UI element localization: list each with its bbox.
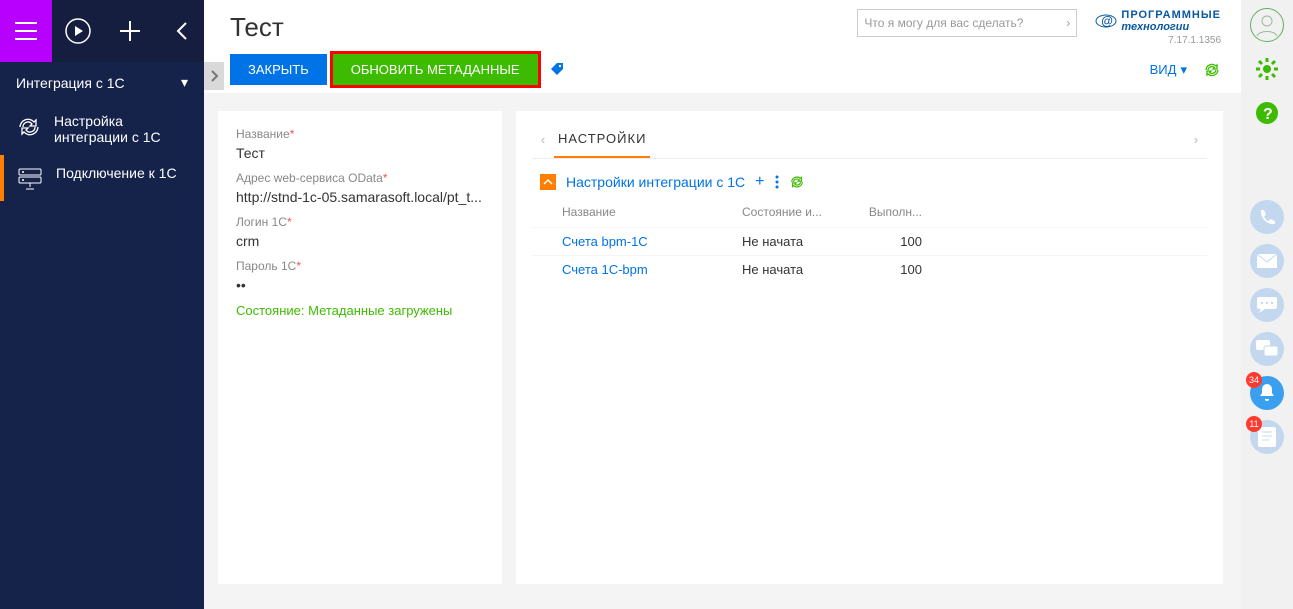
table-row[interactable]: Счета 1C-bpm Не начата 100 (532, 255, 1207, 283)
page-title: Тест (230, 12, 284, 43)
server-icon (16, 165, 44, 191)
profile-button[interactable] (1250, 8, 1284, 42)
row-exec: 100 (842, 262, 922, 277)
bell-icon (1258, 383, 1276, 403)
search-input[interactable]: Что я могу для вас сделать? › (857, 9, 1077, 37)
col-header-exec[interactable]: Выполн... (842, 205, 922, 219)
messages-icon (1256, 340, 1278, 358)
main-area: Тест Что я могу для вас сделать? › @ ПРО… (204, 0, 1241, 609)
help-button[interactable]: ? (1250, 96, 1284, 130)
logo-text-top: ПРОГРАММНЫЕ (1121, 9, 1221, 21)
detail-menu-button[interactable] (775, 175, 779, 189)
sidebar: Интеграция с 1С ▾ Настройка интеграции с… (0, 62, 204, 609)
sidebar-item-label: Подключение к 1С (56, 165, 177, 181)
menu-button[interactable] (0, 0, 52, 62)
status-text: Состояние: Метаданные загружены (236, 303, 484, 318)
phone-icon (1258, 208, 1276, 226)
tag-icon[interactable] (550, 62, 566, 78)
detail-title[interactable]: Настройки интеграции с 1С (566, 174, 745, 190)
collapse-toggle[interactable] (540, 174, 556, 190)
row-state: Не начата (742, 234, 842, 249)
field-label-login: Логин 1C* (236, 215, 484, 229)
play-circle-icon (64, 17, 92, 45)
settings-button[interactable] (1250, 52, 1284, 86)
feed-badge: 11 (1246, 416, 1262, 432)
close-button[interactable]: ЗАКРЫТЬ (230, 54, 327, 85)
detail-card: ‹ НАСТРОЙКИ › Настройки интеграции с 1С … (516, 111, 1223, 584)
help-icon: ? (1255, 101, 1279, 125)
notification-badge: 34 (1246, 372, 1262, 388)
chevron-down-icon: ▾ (1180, 62, 1187, 78)
sidebar-item-label: Настройка интеграции с 1С (54, 113, 192, 145)
detail-grid: Название Состояние и... Выполн... Счета … (532, 201, 1207, 283)
notifications-button[interactable]: 34 (1250, 376, 1284, 410)
sidebar-section-header[interactable]: Интеграция с 1С ▾ (0, 62, 204, 103)
field-value-name[interactable]: Тест (236, 145, 484, 161)
run-button[interactable] (52, 0, 104, 62)
field-label-odata: Адрес web-сервиса OData* (236, 171, 484, 185)
avatar-icon (1254, 12, 1280, 38)
search-placeholder: Что я могу для вас сделать? (864, 16, 1023, 30)
logo-text-bottom: технологии (1121, 21, 1221, 33)
sidebar-item-connection[interactable]: Подключение к 1С (0, 155, 204, 201)
table-row[interactable]: Счета bpm-1C Не начата 100 (532, 227, 1207, 255)
chevron-up-icon (543, 178, 553, 186)
field-label-name: Название* (236, 127, 484, 141)
back-button[interactable] (156, 0, 208, 62)
feed-button[interactable]: 11 (1250, 420, 1284, 454)
plus-icon (120, 21, 140, 41)
logo-icon: @ (1095, 12, 1117, 30)
gear-icon (1254, 56, 1280, 82)
tab-prev-button[interactable]: ‹ (532, 132, 554, 147)
field-value-odata[interactable]: http://stnd-1c-05.samarasoft.local/pt_t.… (236, 189, 484, 205)
sidebar-section-label: Интеграция с 1С (16, 75, 125, 91)
refresh-icon[interactable] (1203, 61, 1221, 79)
messages-button[interactable] (1250, 332, 1284, 366)
sidebar-collapse-button[interactable] (204, 62, 224, 90)
detail-add-button[interactable]: + (755, 173, 764, 191)
field-value-login[interactable]: crm (236, 233, 484, 249)
brand-logo: @ ПРОГРАММНЫЕ технологии 7.17.1.1356 (1095, 9, 1221, 46)
svg-text:@: @ (1101, 14, 1113, 28)
field-label-password: Пароль 1C* (236, 259, 484, 273)
chevron-right-icon (209, 69, 219, 83)
add-button[interactable] (104, 0, 156, 62)
col-header-name[interactable]: Название (562, 205, 742, 219)
sidebar-item-integration-settings[interactable]: Настройка интеграции с 1С (0, 103, 204, 155)
row-name-link[interactable]: Счета bpm-1C (562, 234, 742, 249)
svg-text:?: ? (1263, 106, 1273, 123)
form-card: Название* Тест Адрес web-сервиса OData* … (218, 111, 502, 584)
chevron-down-icon: ▾ (181, 74, 188, 91)
right-rail: ? 34 11 (1241, 0, 1293, 609)
sync-icon (16, 113, 42, 137)
mail-button[interactable] (1250, 244, 1284, 278)
row-state: Не начата (742, 262, 842, 277)
view-label: ВИД (1150, 62, 1177, 77)
chevron-right-icon: › (1066, 16, 1070, 30)
tab-next-button[interactable]: › (1185, 132, 1207, 147)
detail-refresh-button[interactable] (789, 174, 805, 190)
tab-settings[interactable]: НАСТРОЙКИ (554, 121, 650, 158)
phone-button[interactable] (1250, 200, 1284, 234)
main-header: Тест Что я могу для вас сделать? › @ ПРО… (204, 0, 1241, 93)
note-icon (1258, 427, 1276, 447)
row-exec: 100 (842, 234, 922, 249)
row-name-link[interactable]: Счета 1C-bpm (562, 262, 742, 277)
version-label: 7.17.1.1356 (1168, 35, 1221, 46)
chevron-left-icon (175, 21, 189, 41)
chat-icon (1257, 297, 1277, 313)
field-value-password[interactable]: •• (236, 277, 484, 293)
mail-icon (1257, 254, 1277, 268)
col-header-state[interactable]: Состояние и... (742, 205, 842, 219)
hamburger-icon (15, 22, 37, 40)
chat-button[interactable] (1250, 288, 1284, 322)
view-dropdown[interactable]: ВИД ▾ (1150, 62, 1187, 78)
refresh-metadata-button[interactable]: ОБНОВИТЬ МЕТАДАННЫЕ (333, 54, 538, 85)
